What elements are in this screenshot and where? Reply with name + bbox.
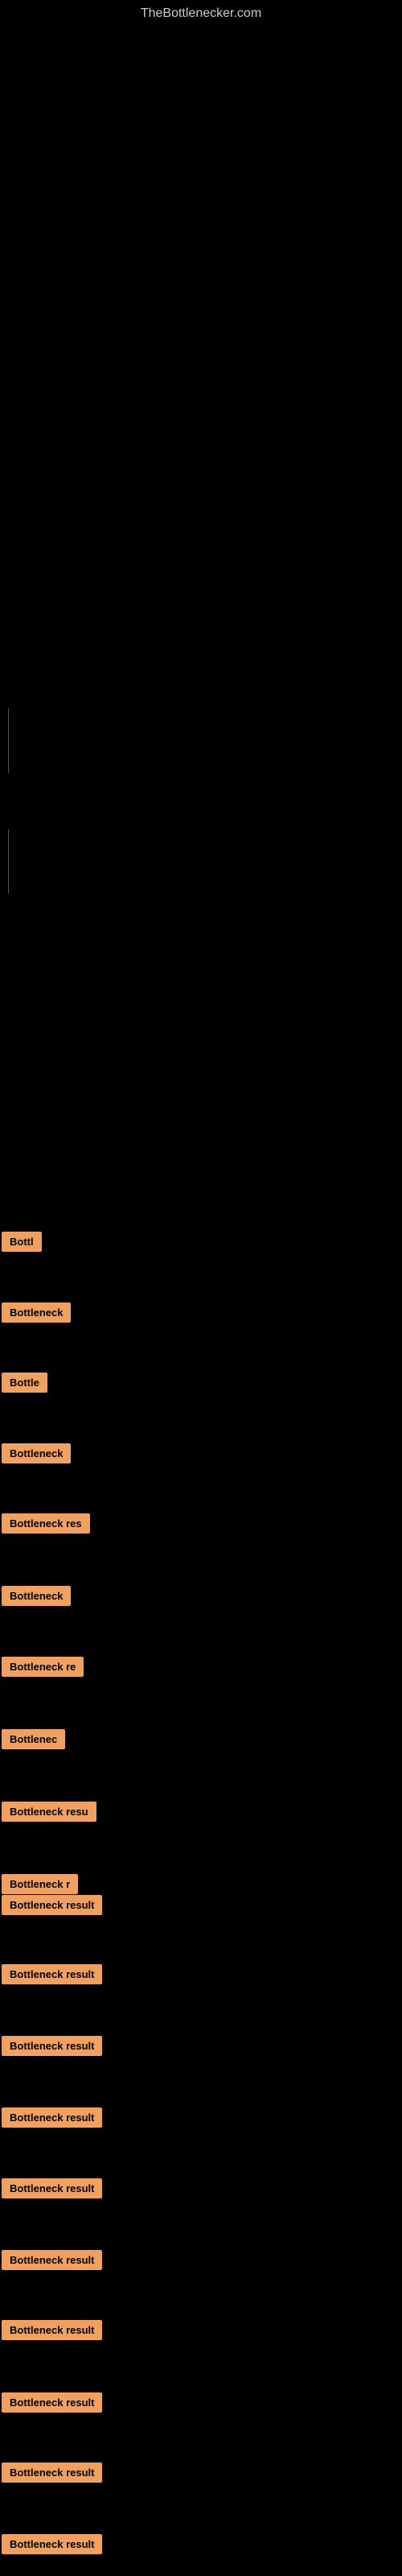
bottleneck-result-badge-17: Bottleneck result [2, 2320, 102, 2340]
bottleneck-result-badge-19: Bottleneck result [2, 2462, 102, 2483]
bottleneck-result-row-7: Bottleneck re [2, 1657, 84, 1677]
bottleneck-result-row-9: Bottleneck resu [2, 1802, 96, 1822]
bottleneck-result-row-13: Bottleneck result [2, 2036, 102, 2056]
bottleneck-result-badge-15: Bottleneck result [2, 2178, 102, 2198]
bottleneck-result-badge-12: Bottleneck result [2, 1964, 102, 1984]
bottleneck-result-row-10: Bottleneck r [2, 1874, 78, 1894]
bottleneck-result-row-5: Bottleneck res [2, 1513, 90, 1534]
bottleneck-result-row-15: Bottleneck result [2, 2178, 102, 2198]
bottleneck-result-row-18: Bottleneck result [2, 2392, 102, 2413]
bottleneck-result-row-11: Bottleneck result [2, 1895, 102, 1915]
bottleneck-result-badge-10: Bottleneck r [2, 1874, 78, 1894]
bottleneck-result-badge-9: Bottleneck resu [2, 1802, 96, 1822]
bottleneck-result-row-6: Bottleneck [2, 1586, 71, 1606]
axis-marker-1 [8, 708, 9, 773]
bottleneck-result-row-14: Bottleneck result [2, 2107, 102, 2128]
bottleneck-result-badge-16: Bottleneck result [2, 2250, 102, 2270]
bottleneck-result-badge-6: Bottleneck [2, 1586, 71, 1606]
bottleneck-result-row-8: Bottlenec [2, 1729, 65, 1749]
bottleneck-result-badge-5: Bottleneck res [2, 1513, 90, 1534]
bottleneck-result-badge-8: Bottlenec [2, 1729, 65, 1749]
bottleneck-result-badge-4: Bottleneck [2, 1443, 71, 1463]
bottleneck-result-badge-18: Bottleneck result [2, 2392, 102, 2413]
bottleneck-result-row-17: Bottleneck result [2, 2320, 102, 2340]
bottleneck-result-row-19: Bottleneck result [2, 2462, 102, 2483]
bottleneck-result-badge-13: Bottleneck result [2, 2036, 102, 2056]
bottleneck-result-badge-11: Bottleneck result [2, 1895, 102, 1915]
page-wrapper: TheBottlenecker.com BottlBottleneckBottl… [0, 0, 402, 1232]
bottleneck-result-badge-3: Bottle [2, 1373, 47, 1393]
bottleneck-result-row-2: Bottleneck [2, 1302, 71, 1323]
axis-marker-2 [8, 829, 9, 894]
bottleneck-result-row-3: Bottle [2, 1373, 47, 1393]
site-title: TheBottlenecker.com [0, 0, 402, 24]
bottleneck-result-row-20: Bottleneck result [2, 2534, 102, 2554]
bottleneck-result-row-1: Bottl [2, 1232, 42, 1252]
bottleneck-result-badge-7: Bottleneck re [2, 1657, 84, 1677]
bottleneck-result-badge-20: Bottleneck result [2, 2534, 102, 2554]
bottleneck-result-badge-14: Bottleneck result [2, 2107, 102, 2128]
bottleneck-result-row-4: Bottleneck [2, 1443, 71, 1463]
chart-area [0, 24, 402, 1232]
bottleneck-result-row-12: Bottleneck result [2, 1964, 102, 1984]
bottleneck-result-badge-1: Bottl [2, 1232, 42, 1252]
bottleneck-result-row-16: Bottleneck result [2, 2250, 102, 2270]
bottleneck-result-badge-2: Bottleneck [2, 1302, 71, 1323]
